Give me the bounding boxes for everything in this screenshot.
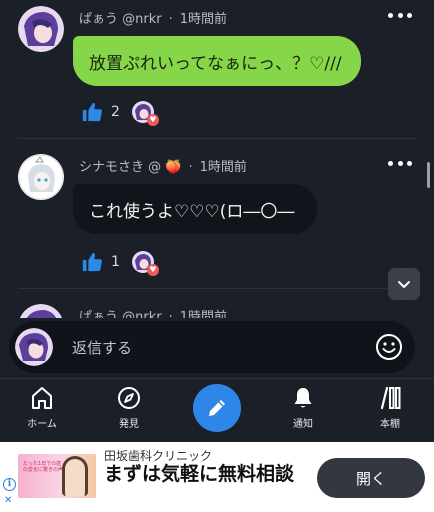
timestamp: 1時間前 — [179, 310, 228, 318]
like-bar: 1 ♥ — [81, 248, 159, 276]
tab-label: 通知 — [293, 419, 313, 430]
comment-text: 放置ぷれいってなぁにっ、？♡/// — [89, 53, 342, 74]
divider — [18, 288, 416, 289]
comment-bubble: 放置ぷれいってなぁにっ、？♡/// — [73, 36, 361, 86]
reply-composer: 返信する — [0, 318, 434, 378]
ad-image[interactable]: たった1日での歯の変化に驚きの声 — [18, 454, 96, 498]
bell-icon — [294, 388, 312, 408]
comment-feed[interactable]: ぱぁう @nrkr · 1時間前 放置ぷれいってなぁにっ、？♡/// 2 ♥ シナモ… — [0, 0, 434, 318]
tab-discover[interactable]: 発見 — [94, 385, 164, 430]
avatar[interactable] — [18, 6, 64, 52]
emoji-icon[interactable] — [375, 333, 403, 361]
compose-button[interactable] — [193, 384, 241, 432]
compass-icon — [118, 387, 140, 409]
home-icon — [32, 387, 52, 409]
thumbs-up-icon[interactable] — [81, 251, 103, 273]
comment-item: ぱぁう @nrkr · 1時間前 — [0, 296, 434, 318]
ad-image-caption: たった1日での歯の変化に驚きの声 — [23, 461, 64, 473]
tab-home[interactable]: ホーム — [7, 385, 77, 430]
more-options-icon[interactable] — [388, 159, 412, 167]
avatar[interactable] — [18, 304, 64, 318]
like-bar: 2 ♥ — [81, 98, 159, 126]
timestamp: 1時間前 — [179, 12, 228, 27]
comment-meta: ぱぁう @nrkr · 1時間前 — [79, 8, 227, 27]
more-options-icon[interactable] — [388, 11, 412, 19]
author-name[interactable]: ぱぁう — [79, 12, 118, 27]
timestamp: 1時間前 — [199, 160, 247, 175]
pencil-icon — [209, 400, 225, 416]
tab-label: ホーム — [27, 419, 57, 430]
author-name[interactable]: シナモさき — [79, 160, 144, 175]
comment-bubble: これ使うよ♡♡♡(ロ―〇― — [73, 184, 317, 234]
meta-separator: · — [188, 160, 193, 175]
comment-meta: シナモさき @ 🍑 · 1時間前 — [79, 156, 247, 175]
avatar[interactable] — [18, 154, 64, 200]
meta-separator: · — [168, 12, 173, 27]
avatar — [15, 328, 53, 366]
ad-open-button[interactable]: 開く — [317, 458, 425, 498]
divider — [18, 138, 416, 139]
comment-meta: ぱぁう @nrkr · 1時間前 — [79, 306, 227, 318]
liker-avatar[interactable]: ♥ — [131, 101, 159, 126]
author-name[interactable]: ぱぁう — [79, 310, 118, 318]
ad-advertiser: 田坂歯科クリニック — [104, 449, 213, 463]
author-handle[interactable]: @nrkr — [122, 310, 161, 318]
tab-label: 発見 — [119, 419, 139, 430]
author-handle[interactable]: @ — [148, 160, 161, 175]
scroll-down-button[interactable] — [388, 268, 420, 300]
like-count: 1 — [111, 254, 120, 270]
reply-input[interactable]: 返信する — [9, 321, 415, 373]
ad-info-icon[interactable]: i — [3, 478, 16, 491]
heart-icon: ♥ — [146, 114, 159, 126]
comment-item: シナモさき @ 🍑 · 1時間前 これ使うよ♡♡♡(ロ―〇― 1 ♥ — [0, 146, 434, 286]
ad-banner[interactable]: i ✕ たった1日での歯の変化に驚きの声 田坂歯科クリニック まずは気軽に無料相… — [0, 442, 434, 512]
meta-separator: · — [168, 310, 173, 318]
ad-model-photo — [62, 456, 88, 496]
bottom-tab-bar: ホーム 発見 通知 本棚 — [0, 378, 434, 442]
heart-icon: ♥ — [146, 264, 159, 276]
author-handle[interactable]: @nrkr — [122, 12, 161, 27]
reply-placeholder: 返信する — [72, 339, 133, 357]
thumbs-up-icon[interactable] — [81, 101, 103, 123]
tab-notifications[interactable]: 通知 — [268, 385, 338, 430]
ad-headline: まずは気軽に無料相談 — [104, 463, 295, 485]
close-icon[interactable]: ✕ — [4, 495, 12, 506]
bookshelf-icon — [380, 386, 401, 410]
comment-item: ぱぁう @nrkr · 1時間前 放置ぷれいってなぁにっ、？♡/// 2 ♥ — [0, 0, 434, 138]
like-count: 2 — [111, 104, 120, 120]
comment-text: これ使うよ♡♡♡(ロ―〇― — [89, 201, 295, 222]
liker-avatar[interactable]: ♥ — [131, 251, 159, 276]
tab-bookshelf[interactable]: 本棚 — [355, 385, 425, 430]
scrollbar-thumb[interactable] — [427, 162, 430, 188]
chevron-down-icon — [398, 281, 410, 288]
tab-label: 本棚 — [380, 419, 400, 430]
author-emoji: 🍑 — [165, 160, 182, 175]
